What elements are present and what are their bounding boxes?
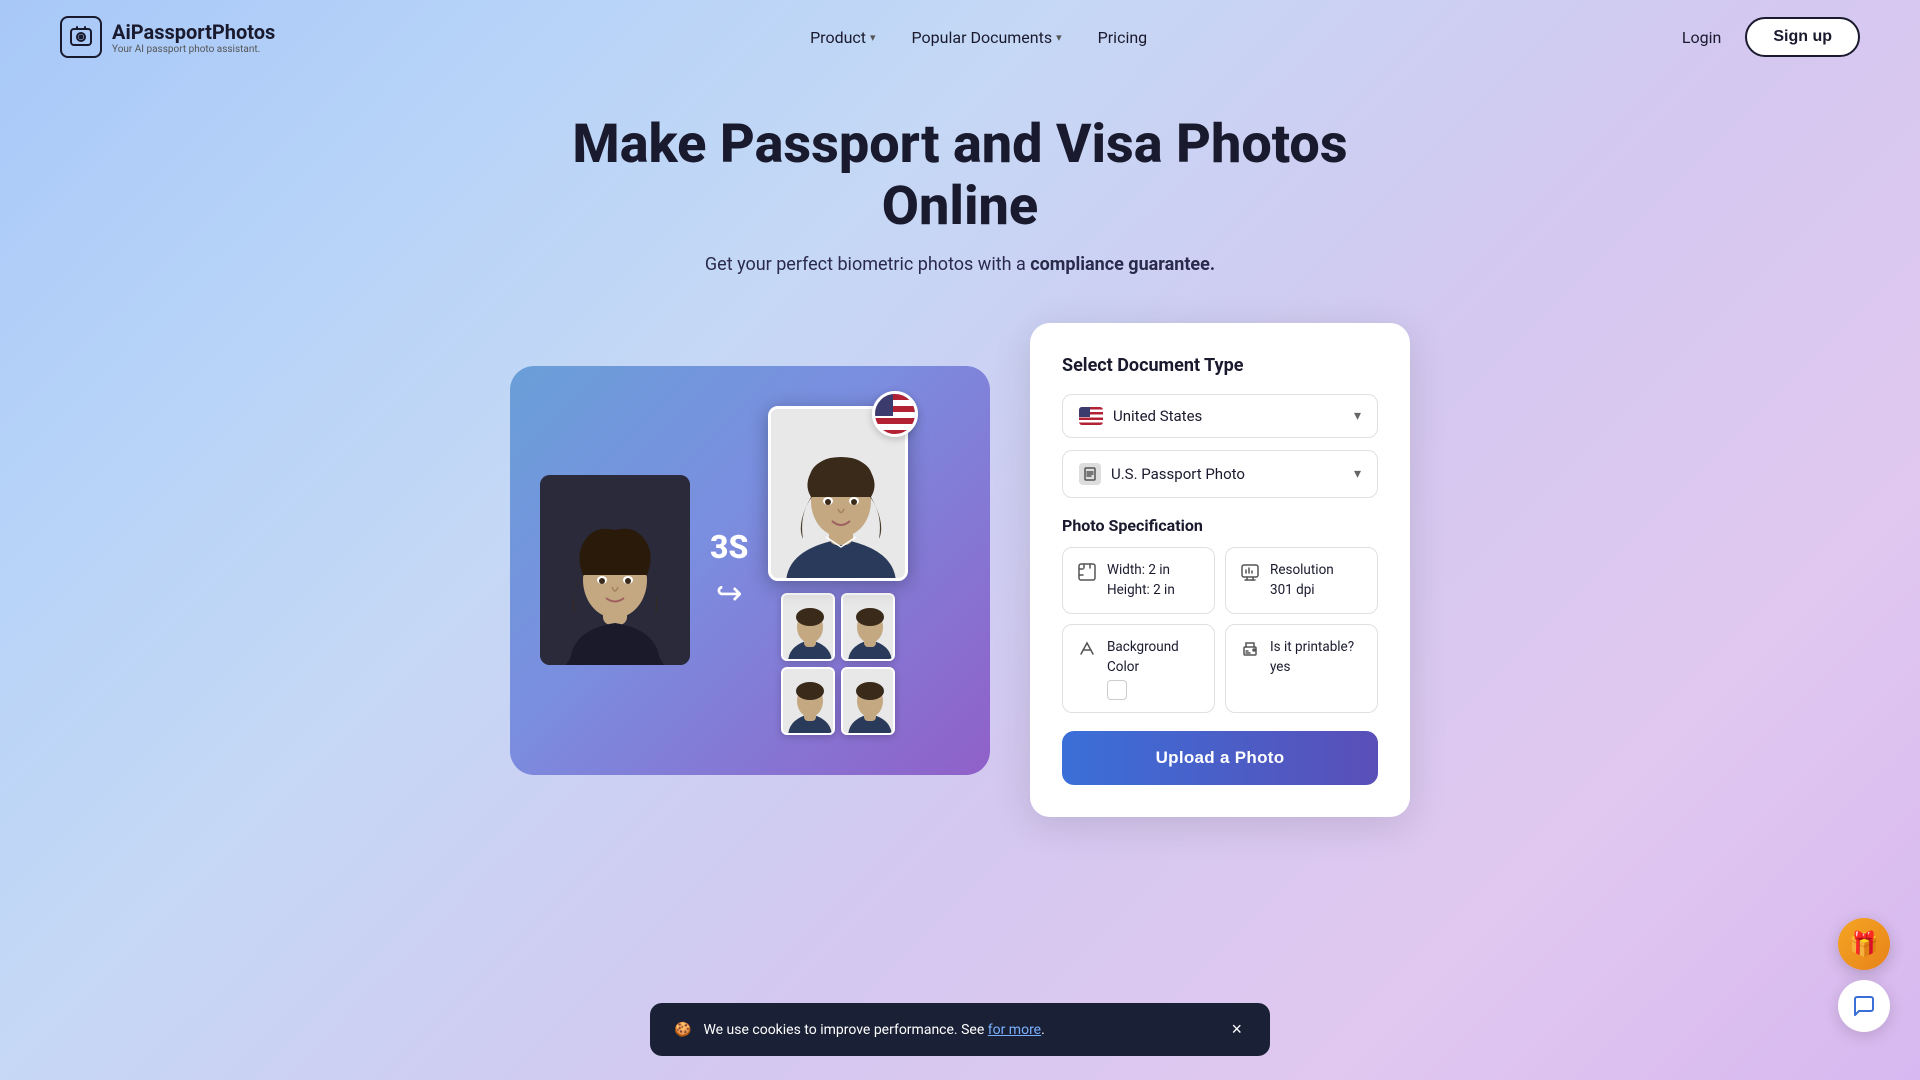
us-flag-canton [875, 394, 893, 416]
thumb-photo-1 [781, 593, 835, 661]
us-flag-small [1079, 407, 1103, 425]
resolution-text: Resolution 301 dpi [1270, 560, 1334, 601]
before-photo [540, 475, 690, 665]
us-flag-small-canton [1079, 407, 1090, 417]
document-select[interactable]: U.S. Passport Photo ▾ [1062, 450, 1378, 498]
nav-popular-documents[interactable]: Popular Documents ▾ [912, 28, 1062, 47]
document-value: U.S. Passport Photo [1111, 465, 1245, 483]
country-chevron-icon: ▾ [1354, 408, 1361, 424]
gift-button[interactable]: 🎁 [1838, 918, 1890, 970]
navbar: AiPassportPhotos Your AI passport photo … [0, 0, 1920, 74]
thumb-photo-3 [781, 667, 835, 735]
country-value: United States [1113, 407, 1202, 425]
photo-demo-card: 3S ↪ [510, 366, 990, 775]
form-title: Select Document Type [1062, 355, 1378, 376]
cookie-banner: 🍪 We use cookies to improve performance.… [650, 1003, 1270, 1056]
spec-printable: Is it printable? yes [1225, 624, 1378, 714]
cookie-link[interactable]: for more [988, 1022, 1041, 1038]
nav-login[interactable]: Login [1682, 28, 1721, 47]
chat-button[interactable] [1838, 980, 1890, 1032]
spec-background-color: Background Color [1062, 624, 1215, 714]
hero-subtitle: Get your perfect biometric photos with a… [20, 254, 1900, 275]
spec-resolution: Resolution 301 dpi [1225, 547, 1378, 614]
cookie-close-button[interactable]: × [1227, 1019, 1246, 1040]
thumb-photo-2 [841, 593, 895, 661]
timer-label: 3S [710, 528, 748, 566]
nav-product[interactable]: Product ▾ [810, 28, 875, 47]
bg-color-text: Background Color [1107, 637, 1200, 701]
logo-subtitle: Your AI passport photo assistant. [112, 44, 275, 55]
thumb-photo-4 [841, 667, 895, 735]
main-content: 3S ↪ [360, 323, 1560, 877]
specs-grid: Width: 2 in Height: 2 in [1062, 547, 1378, 713]
signup-button[interactable]: Sign up [1745, 17, 1860, 57]
resolution-icon [1240, 562, 1260, 587]
hero-section: Make Passport and Visa Photos Online Get… [0, 74, 1920, 275]
nav-actions: Login Sign up [1682, 17, 1860, 57]
cookie-icon: 🍪 [674, 1022, 691, 1038]
document-select-left: U.S. Passport Photo [1079, 463, 1245, 485]
popular-docs-chevron-icon: ▾ [1056, 31, 1062, 44]
spec-dimensions: Width: 2 in Height: 2 in [1062, 547, 1215, 614]
photo-spec-label: Photo Specification [1062, 516, 1378, 535]
arrow-section: 3S ↪ [710, 528, 748, 612]
country-select-wrapper: United States ▾ [1062, 394, 1378, 438]
thumbnail-grid [781, 593, 895, 735]
before-photo-art [540, 475, 690, 665]
nav-links: Product ▾ Popular Documents ▾ Pricing [810, 28, 1147, 47]
country-select[interactable]: United States ▾ [1062, 394, 1378, 438]
country-select-left: United States [1079, 407, 1202, 425]
document-select-wrapper: U.S. Passport Photo ▾ [1062, 450, 1378, 498]
us-flag-art [875, 394, 915, 434]
us-flag-badge [872, 391, 918, 437]
logo-text: AiPassportPhotos Your AI passport photo … [112, 20, 275, 55]
dimensions-text: Width: 2 in Height: 2 in [1107, 560, 1175, 601]
nav-pricing[interactable]: Pricing [1098, 28, 1148, 47]
printable-icon [1240, 639, 1260, 664]
hero-title: Make Passport and Visa Photos Online [560, 114, 1360, 238]
arrow-icon: ↪ [716, 574, 743, 612]
after-section [768, 406, 908, 735]
dimensions-icon [1077, 562, 1097, 587]
cookie-text: We use cookies to improve performance. S… [703, 1022, 1215, 1038]
product-chevron-icon: ▾ [870, 31, 876, 44]
document-chevron-icon: ▾ [1354, 466, 1361, 482]
upload-photo-button[interactable]: Upload a Photo [1062, 731, 1378, 785]
printable-text: Is it printable? yes [1270, 637, 1354, 678]
logo-title: AiPassportPhotos [112, 20, 275, 44]
document-type-icon [1079, 463, 1101, 485]
photo-demo-inner: 3S ↪ [540, 406, 960, 735]
bg-color-icon [1077, 639, 1097, 664]
bg-color-swatch [1107, 680, 1127, 700]
logo-icon [60, 16, 102, 58]
logo-link[interactable]: AiPassportPhotos Your AI passport photo … [60, 16, 275, 58]
form-card: Select Document Type United States ▾ [1030, 323, 1410, 817]
